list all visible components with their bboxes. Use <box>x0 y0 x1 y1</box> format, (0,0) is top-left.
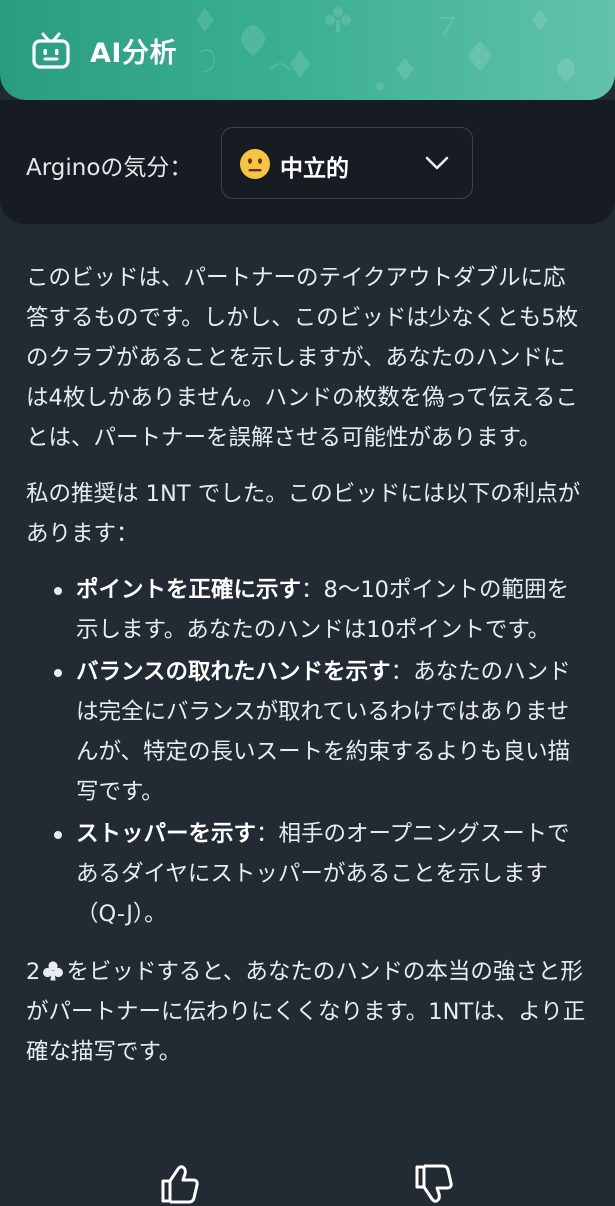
bullet-dot <box>54 831 62 839</box>
analysis-content: このビッドは、パートナーのテイクアウトダブルに応答するものです。しかし、このビッ… <box>26 258 586 1072</box>
benefit-item: ストッパーを示す：相手のオープニングスートであるダイヤにストッパーがあることを示… <box>26 814 586 934</box>
club-suit-icon <box>43 961 64 981</box>
thumbs-up-icon[interactable] <box>158 1162 202 1206</box>
mood-selected-value: 中立的 <box>280 156 349 182</box>
bullet-dot <box>54 669 62 677</box>
mood-dropdown[interactable]: 中立的 <box>221 127 473 199</box>
benefits-list: ポイントを正確に示す：8〜10ポイントの範囲を示します。あなたのハンドは10ポイ… <box>26 570 586 934</box>
mood-label: Arginoの気分： <box>26 155 193 181</box>
benefit-title: ストッパーを示す <box>76 821 257 847</box>
header-title: AI分析 <box>90 38 177 69</box>
chevron-down-icon <box>425 156 449 170</box>
conclusion-paragraph: 2 をビッドすると、あなたのハンドの本当の強さと形がパートナーに伝わりにくくなりま… <box>26 952 586 1072</box>
bullet-dot <box>54 587 62 595</box>
robot-icon <box>32 32 70 69</box>
bid-level: 2 <box>26 959 41 985</box>
benefit-item: ポイントを正確に示す：8〜10ポイントの範囲を示します。あなたのハンドは10ポイ… <box>26 570 586 650</box>
benefit-item: バランスの取れたハンドを示す：あなたのハンドは完全にバランスが取れているわけでは… <box>26 652 586 812</box>
recommendation-paragraph: 私の推奨は 1NT でした。このビッドには以下の利点があります： <box>26 481 581 547</box>
benefit-title: ポイントを正確に示す <box>76 577 302 603</box>
thumbs-down-icon[interactable] <box>412 1162 456 1206</box>
conclusion-text: をビッドすると、あなたのハンドの本当の強さと形がパートナーに伝わりにくくなります… <box>26 959 586 1065</box>
analysis-paragraph: このビッドは、パートナーのテイクアウトダブルに応答するものです。しかし、このビッ… <box>26 265 579 451</box>
benefit-title: バランスの取れたハンドを示す <box>76 659 391 685</box>
neutral-face-icon <box>240 149 270 179</box>
mood-panel: Arginoの気分： 中立的 <box>0 100 615 224</box>
header-banner: AI分析 <box>0 0 615 100</box>
